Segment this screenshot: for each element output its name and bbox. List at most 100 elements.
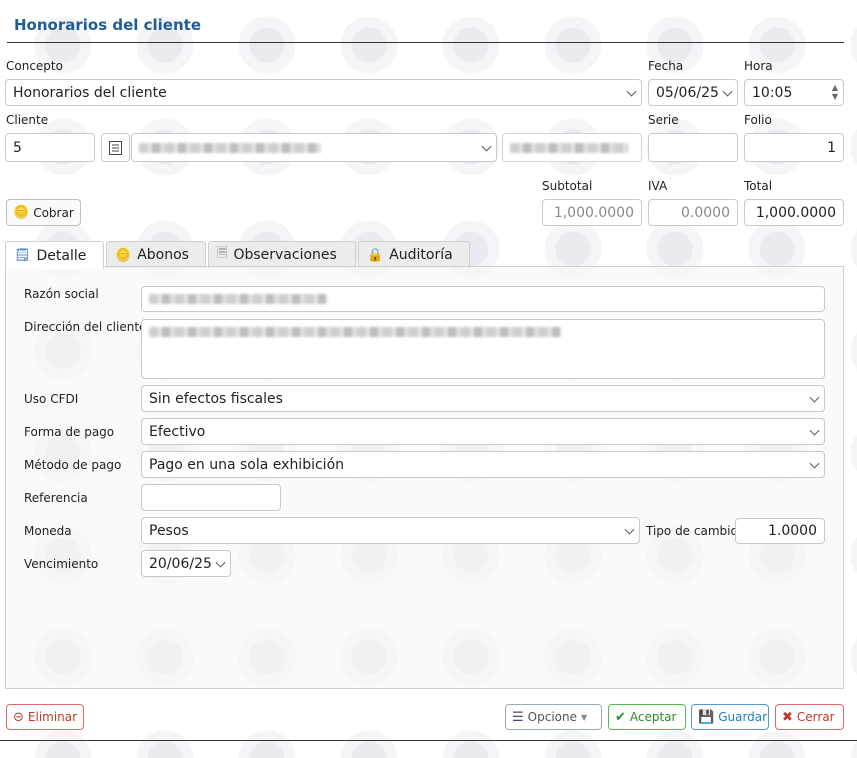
title-divider bbox=[7, 42, 844, 43]
serie-label: Serie bbox=[648, 113, 679, 127]
check-icon: ✔ bbox=[615, 709, 626, 725]
cerrar-label: Cerrar bbox=[796, 710, 835, 724]
metodo-pago-value: Pago en una sola exhibición bbox=[149, 456, 345, 473]
subtotal-value: 1,000.0000 bbox=[553, 204, 634, 221]
folio-input[interactable]: 1 bbox=[744, 133, 844, 162]
tab-detalle[interactable]: 🗒 Detalle bbox=[5, 241, 104, 269]
uso-cfdi-select[interactable]: Sin efectos fiscales bbox=[141, 385, 825, 412]
tab-abonos-label: Abonos bbox=[137, 247, 189, 263]
chevron-down-icon bbox=[481, 141, 492, 152]
vencimiento-date-input[interactable]: 20/06/25 bbox=[141, 550, 231, 577]
coins-add-icon: 🪙 bbox=[115, 247, 132, 263]
tipo-cambio-value: 1.0000 bbox=[768, 523, 817, 539]
page-title: Honorarios del cliente bbox=[14, 16, 202, 34]
tab-auditoria[interactable]: 🔒 Auditoría bbox=[358, 241, 470, 268]
moneda-select[interactable]: Pesos bbox=[141, 517, 640, 544]
iva-label: IVA bbox=[648, 179, 668, 193]
vencimiento-label: Vencimiento bbox=[24, 557, 99, 571]
opcione-button[interactable]: ☰ Opcione ▼ bbox=[505, 704, 602, 730]
razon-social-label: Razón social bbox=[24, 287, 99, 301]
redacted-address bbox=[149, 327, 561, 337]
chevron-down-icon bbox=[809, 392, 820, 403]
total-label: Total bbox=[744, 179, 773, 193]
chevron-down-icon bbox=[809, 425, 820, 436]
cliente-number-value: 5 bbox=[13, 139, 22, 156]
list-icon: ☰ bbox=[512, 709, 524, 725]
moneda-label: Moneda bbox=[24, 524, 72, 538]
referencia-input[interactable] bbox=[141, 484, 281, 511]
subtotal-field: 1,000.0000 bbox=[542, 199, 642, 226]
chevron-down-icon bbox=[215, 557, 226, 568]
chevron-down-icon bbox=[626, 86, 637, 97]
caret-down-icon: ▼ bbox=[580, 712, 588, 722]
hora-label: Hora bbox=[744, 59, 773, 73]
uso-cfdi-value: Sin efectos fiscales bbox=[149, 390, 283, 407]
fecha-value: 05/06/25 bbox=[656, 84, 719, 101]
concepto-label: Concepto bbox=[6, 59, 63, 73]
spinner-arrows-icon[interactable]: ▲ ▼ bbox=[832, 83, 838, 101]
metodo-pago-select[interactable]: Pago en una sola exhibición bbox=[141, 451, 825, 478]
redacted-client-name bbox=[139, 142, 321, 153]
minus-circle-icon: ⊝ bbox=[13, 709, 24, 725]
tipo-cambio-input[interactable]: 1.0000 bbox=[735, 518, 825, 544]
vencimiento-value: 20/06/25 bbox=[149, 555, 212, 572]
total-field: 1,000.0000 bbox=[744, 199, 844, 226]
eliminar-button[interactable]: ⊝ Eliminar bbox=[6, 704, 85, 730]
floppy-disk-icon: 💾 bbox=[698, 709, 715, 725]
chevron-down-icon bbox=[624, 524, 635, 535]
client-list-button[interactable] bbox=[101, 133, 130, 162]
cobrar-button[interactable]: 🪙 Cobrar bbox=[6, 199, 81, 226]
guardar-button[interactable]: 💾 Guardar bbox=[691, 704, 769, 730]
forma-pago-label: Forma de pago bbox=[24, 425, 115, 439]
guardar-label: Guardar bbox=[718, 710, 768, 724]
subtotal-label: Subtotal bbox=[542, 179, 593, 193]
chevron-down-icon bbox=[809, 458, 820, 469]
referencia-label: Referencia bbox=[24, 491, 88, 505]
redacted-razon-social bbox=[149, 294, 327, 304]
total-value: 1,000.0000 bbox=[755, 204, 836, 221]
direccion-label: Dirección del cliente bbox=[24, 320, 147, 334]
forma-pago-value: Efectivo bbox=[149, 423, 206, 440]
moneda-value: Pesos bbox=[149, 522, 189, 539]
hora-time-input[interactable]: 10:05 ▲ ▼ bbox=[744, 79, 844, 106]
aceptar-button[interactable]: ✔ Aceptar bbox=[608, 704, 686, 730]
metodo-pago-label: Método de pago bbox=[24, 458, 122, 472]
cliente-name-select[interactable] bbox=[131, 133, 497, 162]
concepto-value: Honorarios del cliente bbox=[13, 84, 167, 101]
fecha-label: Fecha bbox=[648, 59, 684, 73]
tab-abonos[interactable]: 🪙 Abonos bbox=[106, 241, 206, 268]
tipo-cambio-label: Tipo de cambio bbox=[646, 524, 738, 538]
tab-auditoria-label: Auditoría bbox=[389, 247, 453, 263]
uso-cfdi-label: Uso CFDI bbox=[24, 392, 79, 406]
note-icon: 🗏 bbox=[217, 246, 228, 261]
redacted-rfc bbox=[510, 142, 628, 153]
tab-detalle-label: Detalle bbox=[36, 247, 87, 264]
cliente-number-input[interactable]: 5 bbox=[5, 133, 95, 162]
folio-value: 1 bbox=[827, 139, 836, 156]
serie-input[interactable] bbox=[648, 133, 738, 162]
list-icon bbox=[108, 140, 122, 155]
cerrar-button[interactable]: ✖ Cerrar bbox=[775, 704, 844, 730]
tab-observaciones-label: Observaciones bbox=[233, 247, 337, 263]
iva-value: 0.0000 bbox=[681, 204, 730, 221]
lock-icon: 🔒 bbox=[367, 247, 384, 263]
direccion-textarea[interactable] bbox=[141, 319, 825, 379]
tab-observaciones[interactable]: 🗏 Observaciones bbox=[208, 241, 356, 268]
chevron-down-icon bbox=[722, 86, 733, 97]
folio-label: Folio bbox=[744, 113, 772, 127]
iva-field: 0.0000 bbox=[648, 199, 738, 226]
opcione-label: Opcione bbox=[527, 710, 577, 724]
coins-icon: 🪙 bbox=[13, 205, 30, 220]
eliminar-label: Eliminar bbox=[27, 710, 78, 724]
fecha-date-input[interactable]: 05/06/25 bbox=[648, 79, 738, 106]
aceptar-label: Aceptar bbox=[629, 710, 677, 724]
razon-social-field[interactable] bbox=[141, 286, 825, 312]
cliente-rfc-field bbox=[502, 133, 642, 162]
ledger-icon: 🗒 bbox=[14, 248, 31, 263]
concepto-select[interactable]: Honorarios del cliente bbox=[5, 79, 642, 106]
close-icon: ✖ bbox=[782, 709, 793, 725]
forma-pago-select[interactable]: Efectivo bbox=[141, 418, 825, 445]
footer-divider bbox=[0, 740, 857, 741]
hora-value: 10:05 bbox=[752, 84, 793, 101]
cobrar-label: Cobrar bbox=[33, 205, 74, 220]
